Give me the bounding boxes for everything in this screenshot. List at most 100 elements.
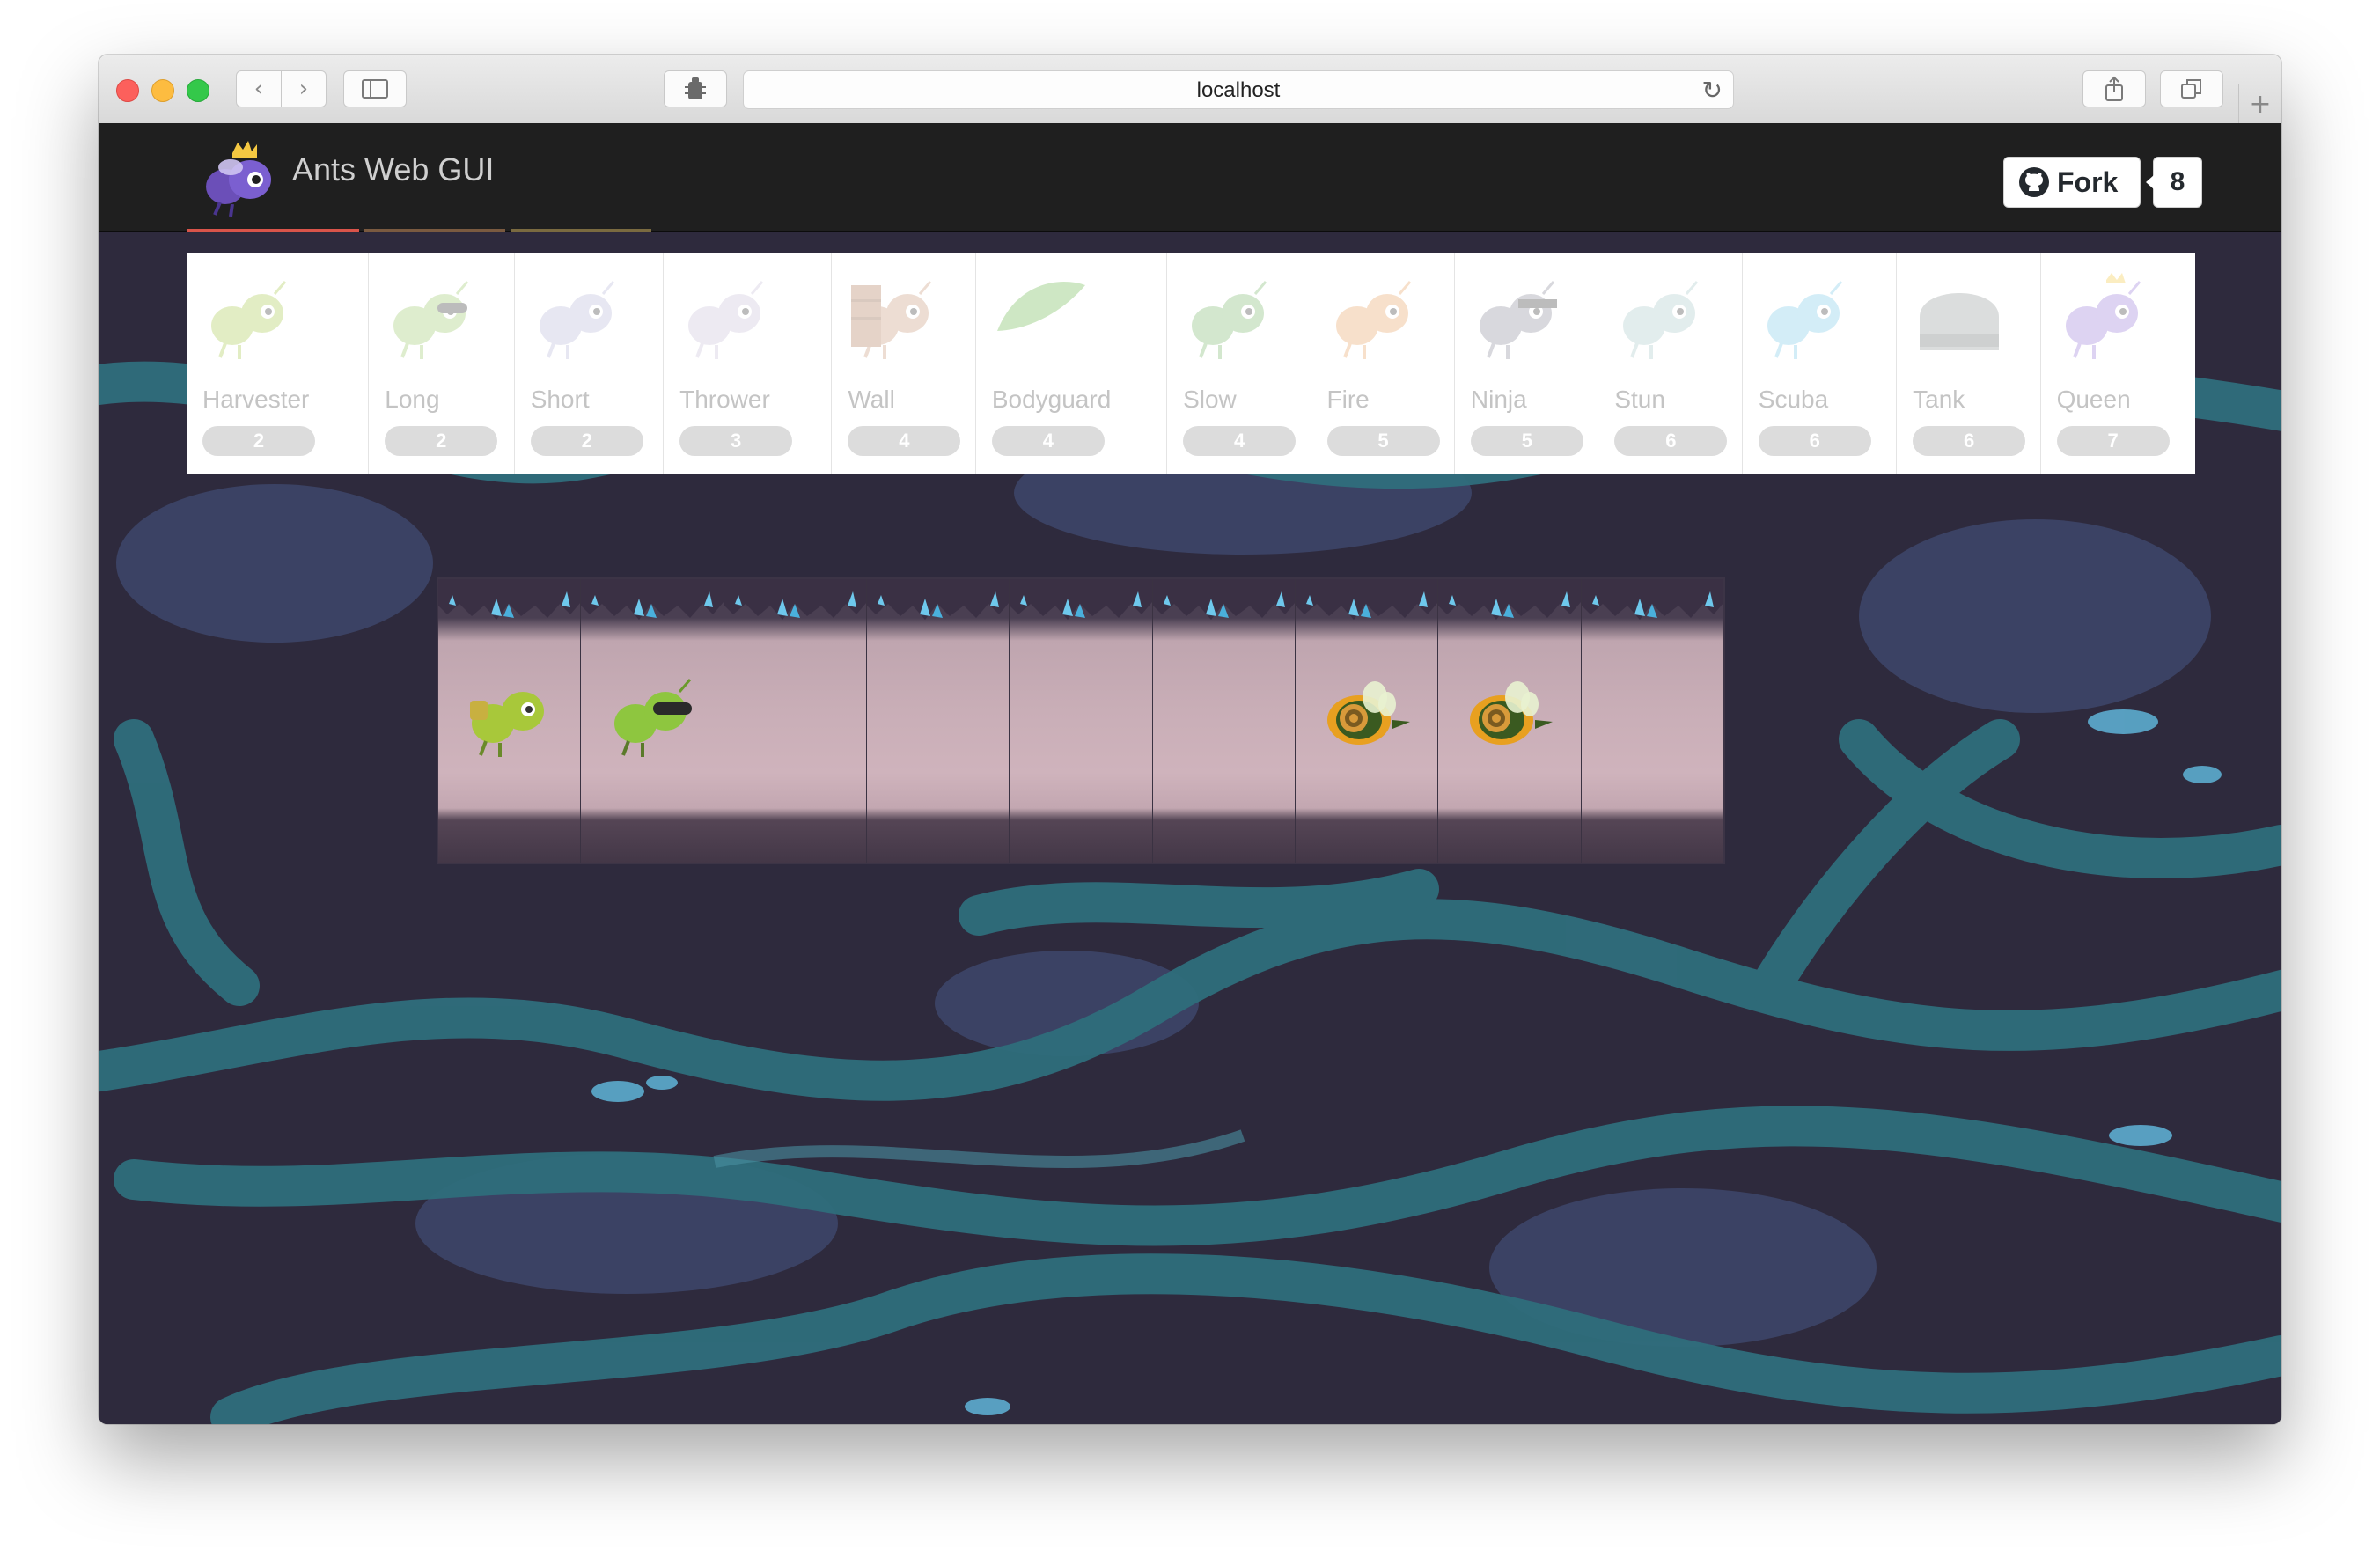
tank-ant-icon <box>1911 273 2009 365</box>
sidebar-button[interactable] <box>343 70 407 107</box>
ant-name: Stun <box>1614 386 1665 413</box>
app-navbar: Ants Web GUI Fork 8 <box>99 123 2281 232</box>
zoom-window-button[interactable] <box>187 79 209 102</box>
ant-name: Short <box>530 386 590 413</box>
ant-card-scuba[interactable]: Scuba 6 <box>1743 253 1898 474</box>
ant-card-queen[interactable]: Queen 7 <box>2041 253 2195 474</box>
minimize-window-button[interactable] <box>151 79 174 102</box>
ant-cost-badge: 6 <box>1758 426 1871 456</box>
share-button[interactable] <box>2082 70 2146 107</box>
tab-indicator-3 <box>511 229 651 232</box>
ant-name: Wall <box>848 386 895 413</box>
bee-icon[interactable] <box>1461 671 1558 763</box>
ant-cost-badge: 4 <box>991 426 1105 456</box>
queen-ant-icon <box>2055 273 2154 365</box>
ant-card-harvester[interactable]: Harvester 2 <box>187 253 370 474</box>
tunnel-place[interactable] <box>581 579 724 863</box>
ant-cost-badge: 4 <box>848 426 961 456</box>
tunnel-ceiling-crystals <box>866 579 1010 620</box>
plus-icon: + <box>2249 88 2272 120</box>
tab-indicator-1 <box>187 229 359 232</box>
extension-button[interactable] <box>664 70 727 107</box>
long-thrower-ant-icon[interactable] <box>604 671 701 763</box>
browser-titlebar: ‹ › localhost ↻ + <box>99 55 2281 124</box>
extension-icon <box>685 77 706 99</box>
tunnel-place[interactable] <box>866 579 1010 863</box>
ant-card-stun[interactable]: Stun 6 <box>1598 253 1743 474</box>
tunnel-ceiling-crystals <box>438 579 581 620</box>
tunnel-place[interactable] <box>724 579 867 863</box>
tunnel-ceiling-crystals <box>1152 579 1295 620</box>
ant-card-ninja[interactable]: Ninja 5 <box>1455 253 1599 474</box>
ant-name: Long <box>385 386 440 413</box>
ant-card-fire[interactable]: Fire 5 <box>1311 253 1455 474</box>
sidebar-icon <box>362 79 388 99</box>
ant-card-tank[interactable]: Tank 6 <box>1897 253 2041 474</box>
bee-icon[interactable] <box>1319 671 1415 763</box>
ant-cost-badge: 5 <box>1326 426 1440 456</box>
stun-thrower-ant-icon <box>1612 273 1711 365</box>
ant-cost-badge: 4 <box>1183 426 1297 456</box>
tunnel-ceiling-crystals <box>1438 579 1581 620</box>
ant-card-slow[interactable]: Slow 4 <box>1167 253 1311 474</box>
reload-icon[interactable]: ↻ <box>1702 71 1723 110</box>
ant-name: Bodyguard <box>991 386 1112 413</box>
tunnel-place[interactable] <box>1581 579 1723 863</box>
back-button[interactable]: ‹ <box>236 70 282 107</box>
ant-card-thrower[interactable]: Thrower 3 <box>664 253 833 474</box>
close-window-button[interactable] <box>116 79 139 102</box>
tunnel-ceiling-crystals <box>581 579 724 620</box>
ant-cost-badge: 3 <box>679 426 793 456</box>
wall-ant-icon <box>846 273 944 365</box>
ant-card-long[interactable]: Long 2 <box>369 253 515 474</box>
ant-name: Harvester <box>202 386 310 413</box>
forward-button[interactable]: › <box>281 70 327 107</box>
ant-name: Thrower <box>679 386 770 413</box>
ant-cost-badge: 7 <box>2056 426 2170 456</box>
app-title: Ants Web GUI <box>292 151 495 187</box>
page-content: Ants Web GUI Fork 8 Harvester 2 Long 2 Short… <box>99 123 2281 1424</box>
ant-selector-panel: Harvester 2 Long 2 Short 2 Thrower 3 Wall 4 Bodygu… <box>187 253 2195 474</box>
tunnel-place[interactable] <box>1152 579 1296 863</box>
ant-cost-badge: 5 <box>1470 426 1583 456</box>
short-thrower-ant-icon <box>529 273 628 365</box>
ant-card-short[interactable]: Short 2 <box>515 253 665 474</box>
ant-cost-badge: 6 <box>1614 426 1728 456</box>
ant-cost-badge: 2 <box>202 426 315 456</box>
tunnel-row <box>437 577 1725 864</box>
fork-count[interactable]: 8 <box>2146 157 2202 208</box>
harvester-ant-icon[interactable] <box>461 671 558 763</box>
share-icon <box>2105 76 2123 101</box>
browser-window: ‹ › localhost ↻ + Ants Web GUI Fork 8 Ha… <box>99 55 2281 1424</box>
forward-arrow-icon: › <box>298 76 309 102</box>
ant-name: Queen <box>2056 386 2131 413</box>
tabs-overview-button[interactable] <box>2160 70 2223 107</box>
bodyguard-ant-icon <box>990 273 1089 365</box>
ant-card-bodyguard[interactable]: Bodyguard 4 <box>976 253 1168 474</box>
ant-name: Fire <box>1326 386 1370 413</box>
new-tab-button[interactable]: + <box>2238 84 2281 123</box>
fire-ant-icon <box>1326 273 1424 365</box>
tunnel-ceiling-crystals <box>1010 579 1152 620</box>
tunnel-ceiling-crystals <box>724 579 866 620</box>
slow-thrower-ant-icon <box>1181 273 1280 365</box>
thrower-ant-icon <box>678 273 776 365</box>
tunnel-place[interactable] <box>1438 579 1582 863</box>
tunnel-place[interactable] <box>438 579 582 863</box>
github-fork-button[interactable]: Fork <box>2003 157 2141 208</box>
tunnel-place[interactable] <box>1010 579 1153 863</box>
harvester-ant-icon <box>201 273 299 365</box>
tab-indicator-2 <box>364 229 505 232</box>
queen-ant-logo[interactable] <box>194 136 282 220</box>
address-bar[interactable]: localhost ↻ <box>743 70 1734 109</box>
ant-card-wall[interactable]: Wall 4 <box>832 253 976 474</box>
scuba-thrower-ant-icon <box>1757 273 1855 365</box>
ant-name: Slow <box>1183 386 1237 413</box>
github-icon <box>2019 167 2049 197</box>
ant-name: Scuba <box>1758 386 1829 413</box>
fork-label: Fork <box>2057 165 2119 198</box>
tabs-icon <box>2181 79 2201 99</box>
tunnel-ceiling-crystals <box>1295 579 1438 620</box>
ant-cost-badge: 2 <box>530 426 643 456</box>
tunnel-place[interactable] <box>1295 579 1439 863</box>
